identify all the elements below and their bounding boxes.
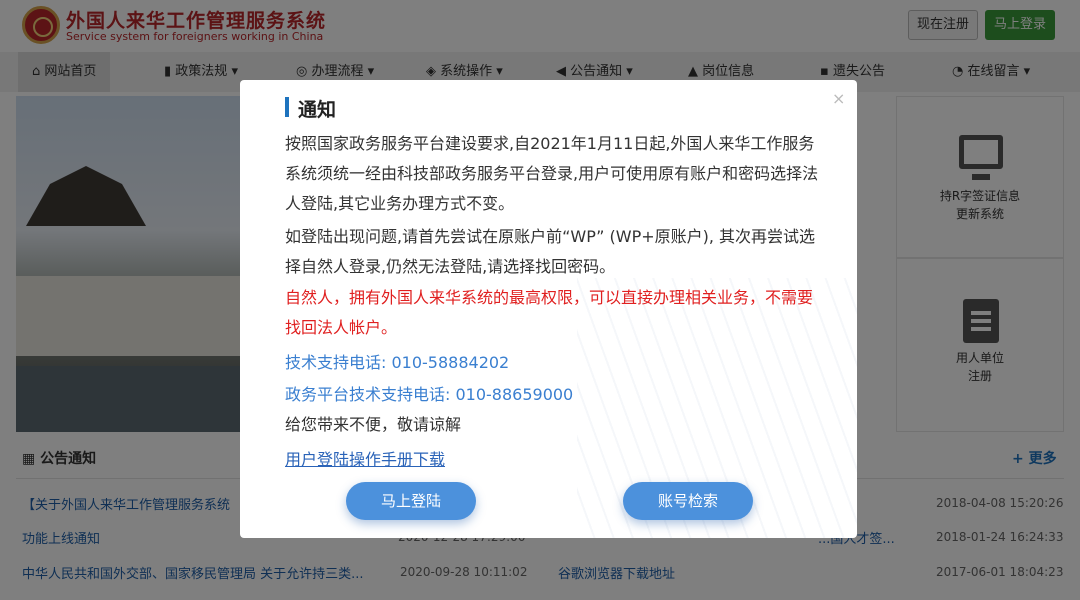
apology-text: 给您带来不便，敬请谅解 (285, 415, 462, 434)
title-accent-bar (285, 97, 289, 117)
manual-download-link[interactable]: 用户登陆操作手册下载 (285, 446, 445, 470)
notice-paragraph-warning: 自然人，拥有外国人来华系统的最高权限，可以直接办理相关业务，不需要找回法人帐户。 (285, 288, 814, 337)
notice-paragraph-2: 如登陆出现问题,请首先尝试在原账户前“WP” (WP+原账户), 其次再尝试选择… (285, 227, 816, 276)
platform-support-phone: 政务平台技术支持电话: 010-88659000 (285, 385, 574, 404)
tech-support-phone: 技术支持电话: 010-58884202 (285, 353, 510, 372)
notice-modal: 通知 × 按照国家政务服务平台建设要求,自2021年1月11日起,外国人来华工作… (240, 80, 857, 538)
notice-paragraph-1: 按照国家政务服务平台建设要求,自2021年1月11日起,外国人来华工作服务系统须… (285, 134, 819, 213)
close-icon[interactable]: × (832, 89, 845, 108)
account-search-button[interactable]: 账号检索 (623, 482, 753, 520)
modal-title: 通知 (298, 99, 337, 121)
modal-login-button[interactable]: 马上登陆 (346, 482, 476, 520)
